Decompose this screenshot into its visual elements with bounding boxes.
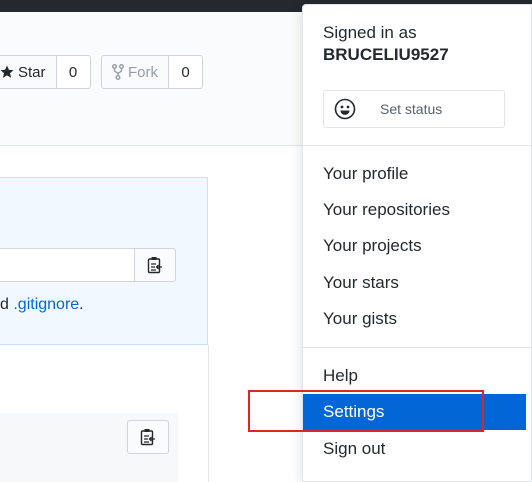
- signed-in-label: Signed in as: [323, 23, 417, 42]
- username: BRUCELIU9527: [323, 45, 449, 64]
- fork-button[interactable]: Fork: [101, 55, 169, 89]
- content-divider: [208, 345, 209, 482]
- fork-label: Fork: [128, 63, 158, 81]
- fork-icon: [112, 64, 124, 80]
- star-icon: [0, 65, 14, 78]
- menu-item-your-repositories[interactable]: Your repositories: [303, 192, 526, 228]
- menu-item-your-projects[interactable]: Your projects: [303, 228, 526, 264]
- set-status-button[interactable]: Set status: [323, 90, 505, 128]
- gitignore-suffix: .: [79, 296, 84, 313]
- star-button-group: Star 0: [0, 55, 91, 89]
- star-count[interactable]: 0: [56, 55, 91, 89]
- set-status-label: Set status: [380, 101, 443, 117]
- copy-url-button[interactable]: [134, 248, 176, 282]
- fork-count[interactable]: 0: [169, 55, 203, 89]
- clipboard-icon: [147, 257, 162, 274]
- star-button[interactable]: Star: [0, 55, 57, 89]
- star-label: Star: [18, 63, 46, 81]
- menu-divider: [303, 347, 531, 348]
- menu-item-your-stars[interactable]: Your stars: [303, 265, 526, 301]
- clipboard-icon: [140, 429, 155, 446]
- code-block: [0, 413, 178, 482]
- menu-item-your-profile[interactable]: Your profile: [303, 156, 526, 192]
- quick-setup-panel: d .gitignore.: [0, 177, 208, 345]
- fork-button-group: Fork 0: [101, 55, 203, 89]
- menu-divider: [303, 145, 531, 146]
- menu-item-your-gists[interactable]: Your gists: [303, 301, 526, 337]
- clone-url-input[interactable]: [0, 248, 135, 282]
- signed-in-header: Signed in as BRUCELIU9527: [323, 22, 449, 66]
- menu-item-sign-out[interactable]: Sign out: [303, 431, 526, 467]
- copy-code-button[interactable]: [127, 420, 169, 454]
- gitignore-hint: d .gitignore.: [0, 296, 84, 314]
- settings-highlight-box: [248, 390, 484, 432]
- smiley-icon: [334, 98, 356, 120]
- menu-item-help[interactable]: Help: [303, 358, 526, 394]
- gitignore-prefix: d: [0, 296, 14, 313]
- gitignore-link[interactable]: .gitignore: [13, 296, 79, 313]
